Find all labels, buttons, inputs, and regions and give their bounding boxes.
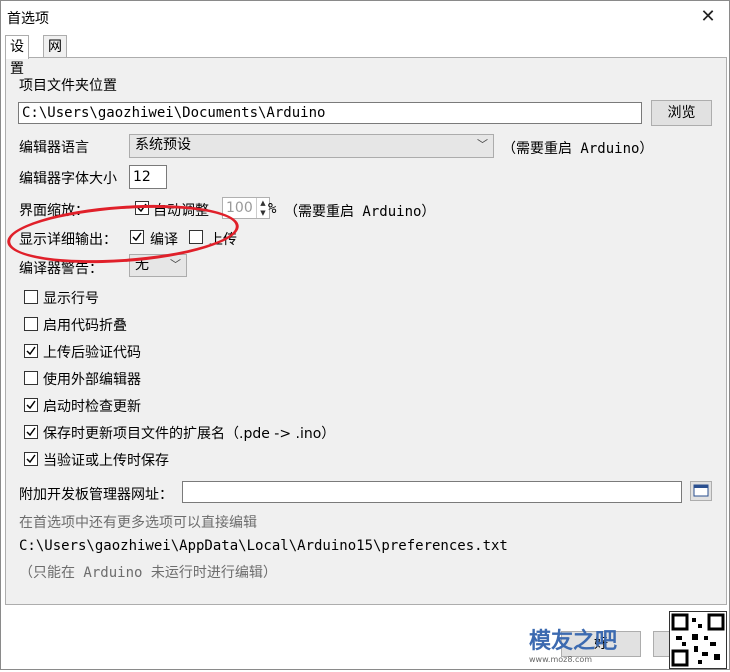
qr-code-icon (671, 613, 725, 667)
check-icon (26, 427, 36, 437)
verbose-upload-label: 上传 (209, 232, 237, 248)
check-icon (26, 346, 36, 356)
settings-panel: 项目文件夹位置 C:\Users\gaozhiwei\Documents\Ard… (5, 57, 727, 605)
compiler-warnings-select[interactable]: 无 ﹀ (129, 254, 187, 277)
scale-spinner[interactable]: 100 ▲ ▼ (222, 197, 270, 219)
prefs-file-path: C:\Users\gaozhiwei\AppData\Local\Arduino… (19, 538, 508, 554)
code-folding-label: 启用代码折叠 (43, 318, 127, 334)
update-extension-checkbox[interactable] (24, 425, 38, 439)
verbose-compile-checkbox[interactable] (130, 230, 144, 244)
tab-network[interactable]: 网络 (43, 35, 67, 77)
window-icon (693, 484, 709, 497)
editor-language-note: （需要重启 Arduino） (502, 141, 654, 157)
external-editor-checkbox[interactable] (24, 371, 38, 385)
qr-code-image (669, 611, 727, 669)
chevron-down-icon: ﹀ (170, 258, 181, 271)
board-manager-label: 附加开发板管理器网址： (19, 487, 173, 503)
code-folding-checkbox[interactable] (24, 317, 38, 331)
scale-value: 100 (226, 200, 253, 216)
verbose-compile-label: 编译 (150, 232, 178, 248)
verbose-upload-checkbox[interactable] (189, 230, 203, 244)
check-icon (26, 400, 36, 410)
edit-note: （只能在 Arduino 未运行时进行编辑） (19, 565, 277, 581)
auto-scale-label: 自动调整 (153, 203, 209, 219)
watermark-url: www.moz8.com (529, 655, 593, 664)
save-on-verify-label: 当验证或上传时保存 (43, 453, 169, 469)
verify-after-upload-label: 上传后验证代码 (43, 345, 141, 361)
more-prefs-note: 在首选项中还有更多选项可以直接编辑 (19, 515, 257, 531)
sketchbook-input[interactable]: C:\Users\gaozhiwei\Documents\Arduino (18, 102, 642, 124)
editor-language-select[interactable]: 系统预设 ﹀ (129, 134, 494, 158)
check-icon (137, 203, 147, 213)
watermark-logo: 模友之吧 (529, 629, 618, 654)
external-editor-label: 使用外部编辑器 (43, 372, 141, 388)
font-size-input[interactable]: 12 (129, 165, 167, 189)
show-line-numbers-label: 显示行号 (43, 291, 99, 307)
tab-settings[interactable]: 设置 (5, 35, 29, 77)
board-manager-input[interactable] (182, 481, 682, 503)
scale-note: （需要重启 Arduino） (284, 204, 436, 220)
check-icon (26, 454, 36, 464)
auto-scale-checkbox[interactable] (135, 201, 149, 215)
verify-after-upload-checkbox[interactable] (24, 344, 38, 358)
title-bar: 首选项 ✕ (1, 1, 729, 33)
compiler-warnings-value: 无 (135, 257, 149, 273)
window-title: 首选项 (7, 11, 49, 27)
board-manager-edit-button[interactable] (690, 481, 712, 501)
show-line-numbers-checkbox[interactable] (24, 290, 38, 304)
check-updates-checkbox[interactable] (24, 398, 38, 412)
font-size-label: 编辑器字体大小 (19, 171, 117, 187)
browse-button[interactable]: 浏览 (651, 100, 712, 126)
interface-scale-label: 界面缩放： (19, 203, 89, 219)
check-updates-label: 启动时检查更新 (43, 399, 141, 415)
preferences-window: 首选项 ✕ 设置 网络 项目文件夹位置 C:\Users\gaozhiwei\D… (0, 0, 730, 670)
compiler-warnings-label: 编译器警告： (19, 261, 103, 277)
verbose-output-label: 显示详细输出： (19, 232, 117, 248)
sketchbook-label: 项目文件夹位置 (19, 78, 117, 94)
check-icon (132, 232, 142, 242)
close-icon[interactable]: ✕ (693, 3, 723, 31)
editor-language-value: 系统预设 (135, 137, 191, 153)
scale-percent: % (268, 201, 277, 217)
editor-language-label: 编辑器语言 (19, 140, 89, 156)
save-on-verify-checkbox[interactable] (24, 452, 38, 466)
chevron-down-icon: ﹀ (477, 138, 488, 151)
update-extension-label: 保存时更新项目文件的扩展名（.pde -> .ino） (43, 426, 336, 442)
